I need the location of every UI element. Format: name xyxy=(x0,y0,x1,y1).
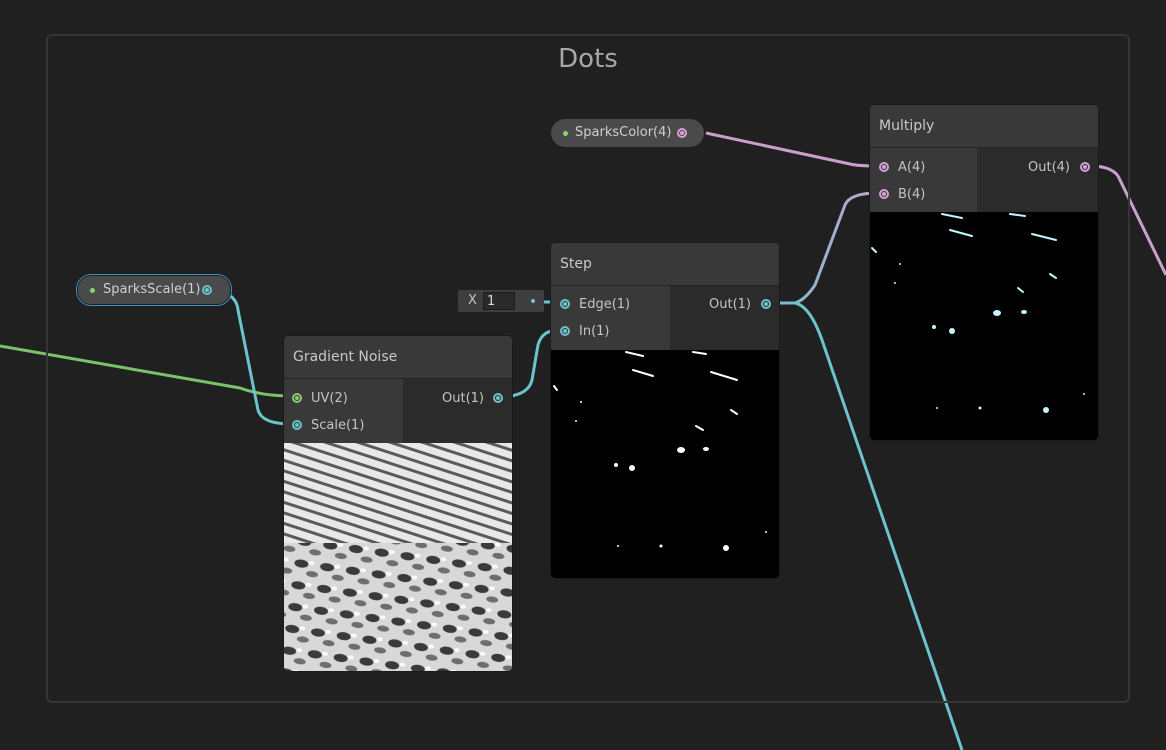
output-port-out-icon[interactable] xyxy=(1080,162,1090,172)
noise-preview-image xyxy=(284,443,512,671)
output-port-out-icon[interactable] xyxy=(761,299,771,309)
input-port-a[interactable]: A(4) xyxy=(898,160,925,175)
property-node-sparks-scale[interactable]: SparksScale(1) xyxy=(77,275,231,305)
output-port-out[interactable]: Out(1) xyxy=(442,391,484,406)
node-title: Gradient Noise xyxy=(284,336,512,379)
input-port-b[interactable]: B(4) xyxy=(898,187,925,202)
input-port-b-icon[interactable] xyxy=(879,189,889,199)
output-port-out-icon[interactable] xyxy=(493,393,503,403)
property-label: SparksScale(1) xyxy=(103,282,201,297)
output-port-out[interactable]: Out(1) xyxy=(709,297,751,312)
property-indicator-icon xyxy=(563,131,568,136)
edge-field-port-icon xyxy=(531,299,535,303)
property-node-sparks-color[interactable]: SparksColor(4) xyxy=(551,119,704,147)
node-step[interactable]: Step Edge(1) In(1) Out(1) xyxy=(551,243,779,578)
input-port-uv-icon[interactable] xyxy=(292,393,302,403)
property-label: SparksColor(4) xyxy=(575,125,672,140)
node-gradient-noise[interactable]: Gradient Noise UV(2) Scale(1) Out(1) xyxy=(284,336,512,671)
group-title: Dots xyxy=(558,44,618,74)
edge-value-field[interactable]: X 1 xyxy=(458,290,544,312)
node-multiply[interactable]: Multiply A(4) B(4) Out(4) xyxy=(870,105,1098,440)
gradient-noise-preview xyxy=(284,443,512,671)
node-title: Multiply xyxy=(870,105,1098,148)
output-port-icon[interactable] xyxy=(202,285,212,295)
edge-axis-label: X xyxy=(468,293,477,308)
multiply-preview-image xyxy=(871,213,1085,413)
edge-value-input[interactable]: 1 xyxy=(483,292,515,310)
input-port-in[interactable]: In(1) xyxy=(579,324,610,339)
input-port-edge[interactable]: Edge(1) xyxy=(579,297,630,312)
step-preview-image xyxy=(553,351,767,551)
input-port-uv[interactable]: UV(2) xyxy=(311,391,348,406)
output-port-icon[interactable] xyxy=(677,128,687,138)
input-port-edge-icon[interactable] xyxy=(560,299,570,309)
input-port-scale[interactable]: Scale(1) xyxy=(311,418,364,433)
node-title: Step xyxy=(551,243,779,286)
multiply-preview xyxy=(870,212,1098,440)
output-port-out[interactable]: Out(4) xyxy=(1028,160,1070,175)
step-preview xyxy=(551,350,779,578)
input-port-a-icon[interactable] xyxy=(879,162,889,172)
input-port-in-icon[interactable] xyxy=(560,326,570,336)
input-port-scale-icon[interactable] xyxy=(292,420,302,430)
property-indicator-icon xyxy=(90,288,95,293)
